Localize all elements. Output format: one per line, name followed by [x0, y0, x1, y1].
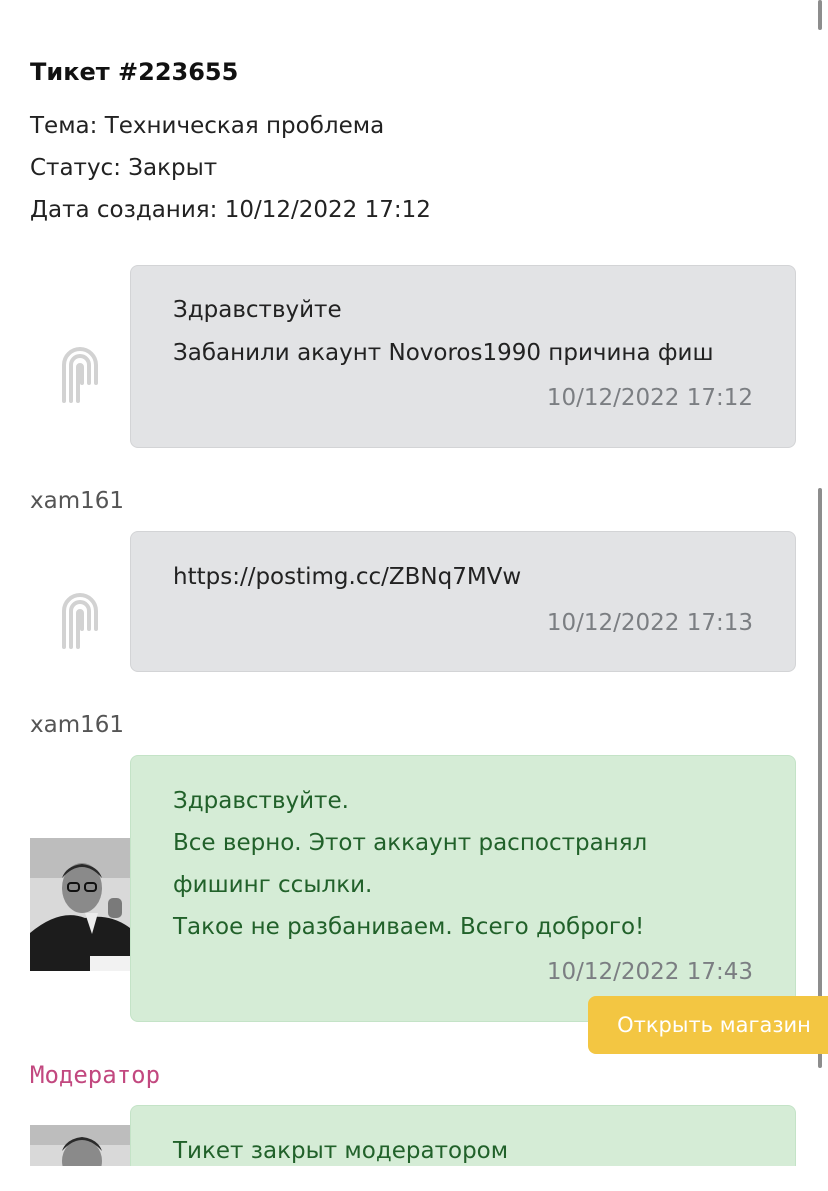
user-logo-icon [62, 347, 98, 403]
message-line: Здравствуйте [173, 297, 342, 323]
message-line: Забанили акаунт Novoros1990 причина фиш [173, 340, 714, 366]
message-line: Такое не разбаниваем. Всего доброго! [173, 914, 645, 940]
message-line: Все верно. Этот аккаунт распостранял [173, 830, 648, 856]
message-link[interactable]: https://postimg.cc/ZBNq7MVw [173, 564, 521, 590]
moderator-avatar [30, 1125, 130, 1166]
user-logo-icon [62, 593, 98, 649]
message-time: 10/12/2022 17:12 [546, 385, 753, 411]
message-bubble-4: Тикет закрыт модератором [130, 1105, 796, 1166]
ticket-created-date: Дата создания: 10/12/2022 17:12 [30, 197, 431, 223]
scrollbar-thumb[interactable] [818, 488, 822, 1068]
open-shop-button[interactable]: Открыть магазин [588, 996, 828, 1054]
message-time: 10/12/2022 17:13 [546, 610, 753, 636]
ticket-subject: Тема: Техническая проблема [30, 113, 385, 139]
ticket-status: Статус: Закрыт [30, 155, 218, 181]
message-line: фишинг ссылки. [173, 872, 373, 898]
message-author: xam161 [30, 488, 125, 514]
message-line: Тикет закрыт модератором [173, 1138, 509, 1164]
message-bubble-4-clip: Тикет закрыт модератором [130, 1105, 796, 1166]
message-bubble-2: https://postimg.cc/ZBNq7MVw 10/12/2022 1… [130, 531, 796, 672]
scrollbar-top[interactable] [818, 0, 822, 30]
message-author: xam161 [30, 712, 125, 738]
message-author-moderator: Модератор [30, 1061, 161, 1089]
message-line: Здравствуйте. [173, 788, 349, 814]
moderator-avatar [30, 838, 130, 971]
message-bubble-1: Здравствуйте Забанили акаунт Novoros1990… [130, 265, 796, 448]
ticket-title: Тикет #223655 [30, 58, 239, 86]
message-bubble-3: Здравствуйте. Все верно. Этот аккаунт ра… [130, 755, 796, 1022]
message-time: 10/12/2022 17:43 [546, 959, 753, 985]
